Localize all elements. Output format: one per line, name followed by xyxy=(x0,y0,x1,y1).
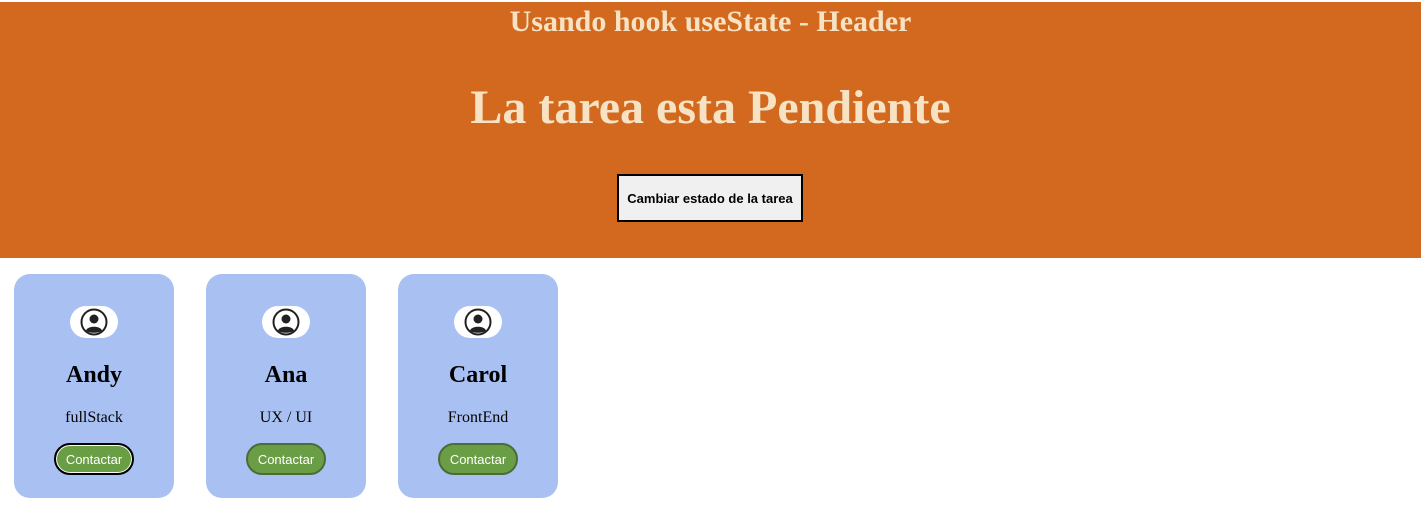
user-card-ana: Ana UX / UI Contactar xyxy=(206,274,366,498)
user-avatar-icon xyxy=(262,306,310,338)
contact-button[interactable]: Contactar xyxy=(438,443,518,475)
card-role: UX / UI xyxy=(259,409,313,426)
contact-button[interactable]: Contactar xyxy=(54,443,134,475)
user-avatar-icon xyxy=(70,306,118,338)
user-card-carol: Carol FrontEnd Contactar xyxy=(398,274,558,498)
toggle-task-status-button[interactable]: Cambiar estado de la tarea xyxy=(617,174,803,222)
card-role: fullStack xyxy=(65,409,123,426)
task-status-title: La tarea esta Pendiente xyxy=(470,81,951,134)
card-name: Andy xyxy=(65,362,123,388)
user-card-andy: Andy fullStack Contactar xyxy=(14,274,174,498)
header: Usando hook useState - Header La tarea e… xyxy=(0,2,1421,258)
header-title: Usando hook useState - Header xyxy=(509,5,912,38)
contact-button[interactable]: Contactar xyxy=(246,443,326,475)
card-role: FrontEnd xyxy=(447,409,509,426)
user-avatar-icon xyxy=(454,306,502,338)
card-name: Carol xyxy=(448,362,508,388)
card-name: Ana xyxy=(264,362,308,388)
